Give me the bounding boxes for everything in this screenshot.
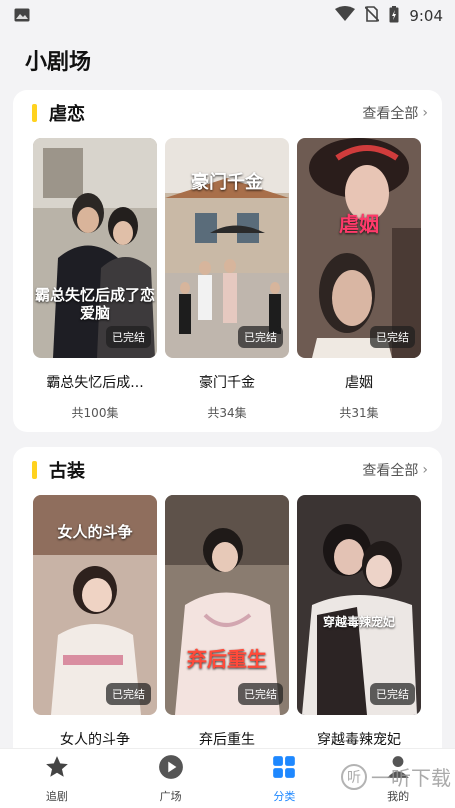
episode-count: 共100集: [71, 406, 119, 420]
poster-title-text: 弃后重生: [187, 647, 267, 671]
drama-title: 虐姻: [345, 375, 373, 391]
drama-poster[interactable]: 虐姻 已完结: [297, 138, 421, 358]
drama-card[interactable]: 霸总失忆后成了恋爱脑 已完结 霸总失忆后成... 共100集: [33, 138, 157, 421]
page-title: 小剧场: [25, 50, 92, 75]
drama-poster[interactable]: 女人的斗争 已完结: [33, 495, 157, 715]
drama-title: 穿越毒辣宠妃: [317, 732, 401, 748]
accent-bar: [32, 461, 37, 479]
poster-title-text: 女人的斗争: [57, 523, 133, 541]
chevron-right-icon: ›: [422, 462, 428, 478]
poster-title-text: 豪门千金: [191, 172, 263, 193]
drama-poster[interactable]: 霸总失忆后成了恋爱脑 已完结: [33, 138, 157, 358]
status-badge: 已完结: [106, 683, 151, 705]
poster-title-text: 穿越毒辣宠妃: [322, 615, 395, 629]
tab-guangchang[interactable]: 广场: [131, 754, 211, 804]
status-badge: 已完结: [238, 683, 283, 705]
see-all-link[interactable]: 查看全部 ›: [362, 460, 428, 480]
section-header: 古装 查看全部 ›: [13, 447, 442, 493]
see-all-link[interactable]: 查看全部 ›: [362, 103, 428, 123]
clock: 9:04: [409, 7, 443, 25]
battery-charging-icon: [389, 5, 399, 27]
drama-poster[interactable]: 穿越毒辣宠妃 已完结: [297, 495, 421, 715]
poster-title-text: 霸总失忆后成了恋爱脑: [34, 286, 155, 322]
drama-card[interactable]: 虐姻 已完结 虐姻 共31集: [297, 138, 421, 421]
drama-title: 豪门千金: [199, 375, 255, 391]
tab-fenlei[interactable]: 分类: [244, 754, 324, 804]
watermark-logo: 听: [341, 763, 367, 790]
section-header: 虐恋 查看全部 ›: [13, 90, 442, 136]
status-bar: 9:04: [0, 0, 455, 32]
section-nuelian: 虐恋 查看全部 › 霸总失忆后成了恋爱脑 已完结 霸总失忆后成... 共100集…: [13, 90, 442, 432]
watermark-text: 一听下载: [371, 766, 451, 790]
tab-zhuiju[interactable]: 追剧: [17, 754, 97, 804]
section-title: 古装: [49, 461, 85, 482]
poster-title-text: 虐姻: [339, 212, 379, 236]
section-guzhuang: 古装 查看全部 › 女人的斗争 已完结 女人的斗争 弃后重生 已完结 弃后重生 …: [13, 447, 442, 767]
drama-poster[interactable]: 豪门千金 已完结: [165, 138, 289, 358]
image-icon: [14, 7, 30, 26]
section-title: 虐恋: [49, 104, 85, 125]
tab-label: 分类: [273, 789, 296, 803]
episode-count: 共34集: [207, 406, 247, 420]
see-all-label: 查看全部: [362, 106, 419, 122]
status-badge: 已完结: [106, 326, 151, 348]
episode-count: 共31集: [339, 406, 379, 420]
status-badge: 已完结: [238, 326, 283, 348]
play-icon: [158, 754, 184, 784]
drama-title: 霸总失忆后成...: [46, 375, 144, 391]
drama-title: 弃后重生: [199, 732, 255, 748]
accent-bar: [32, 104, 37, 122]
grid-icon: [271, 754, 297, 784]
star-icon: [44, 754, 70, 784]
chevron-right-icon: ›: [422, 105, 428, 121]
drama-card[interactable]: 弃后重生 已完结 弃后重生: [165, 495, 289, 749]
tab-label: 追剧: [45, 789, 68, 803]
wifi-icon: [335, 6, 356, 26]
drama-card[interactable]: 豪门千金 已完结 豪门千金 共34集: [165, 138, 289, 421]
drama-poster[interactable]: 弃后重生 已完结: [165, 495, 289, 715]
status-badge: 已完结: [370, 326, 415, 348]
no-sim-icon: [364, 6, 380, 26]
watermark: 听 一听下载: [341, 762, 451, 791]
status-badge: 已完结: [370, 683, 415, 705]
tab-label: 广场: [159, 789, 182, 803]
see-all-label: 查看全部: [362, 463, 419, 479]
drama-title: 女人的斗争: [60, 732, 130, 748]
drama-card[interactable]: 穿越毒辣宠妃 已完结 穿越毒辣宠妃: [297, 495, 421, 749]
drama-card[interactable]: 女人的斗争 已完结 女人的斗争: [33, 495, 157, 749]
